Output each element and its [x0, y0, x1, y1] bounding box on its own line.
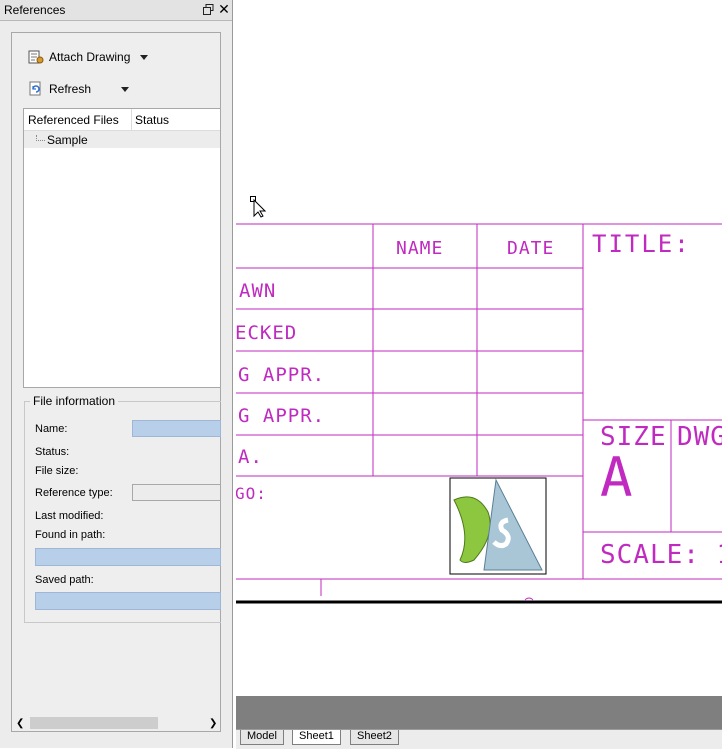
- chevron-down-icon[interactable]: [121, 86, 130, 92]
- drawing-scroll-area: [236, 696, 722, 729]
- list-header: Referenced Files Status: [24, 109, 220, 131]
- column-header-status[interactable]: Status: [135, 113, 169, 127]
- found-in-path-label: Found in path:: [35, 529, 106, 541]
- references-panel: References ✕ Attach Drawing Refresh Refe…: [0, 0, 233, 748]
- tree-connector: [36, 135, 45, 141]
- status-label: Status:: [35, 446, 70, 458]
- list-item-name: Sample: [47, 133, 88, 147]
- tab-model[interactable]: Model: [240, 730, 284, 745]
- drawing-canvas[interactable]: [236, 0, 722, 696]
- refresh-button[interactable]: Refresh: [28, 79, 130, 99]
- close-icon[interactable]: ✕: [218, 2, 230, 16]
- layout-tabs: Model Sheet1 Sheet2: [236, 729, 722, 749]
- file-size-label: File size:: [35, 465, 79, 477]
- column-header-referenced-files[interactable]: Referenced Files: [28, 113, 119, 127]
- mouse-cursor-icon: [250, 196, 266, 218]
- last-modified-label: Last modified:: [35, 510, 104, 522]
- reference-type-label: Reference type:: [35, 487, 113, 499]
- file-information-legend: File information: [30, 394, 119, 408]
- title-block-drawing: [236, 223, 722, 604]
- column-divider[interactable]: [131, 109, 132, 130]
- attach-drawing-icon: [28, 50, 44, 64]
- referenced-files-list[interactable]: Referenced Files Status Sample: [23, 108, 221, 388]
- scrollbar-thumb[interactable]: [30, 717, 158, 729]
- chevron-down-icon[interactable]: [140, 54, 149, 60]
- name-label: Name:: [35, 423, 68, 435]
- saved-path-field[interactable]: [35, 592, 221, 610]
- refresh-label: Refresh: [49, 82, 92, 96]
- panel-title: References: [4, 3, 66, 17]
- panel-titlebar: References ✕: [0, 0, 232, 21]
- list-item[interactable]: Sample: [24, 131, 220, 148]
- scroll-right-icon[interactable]: ❯: [209, 718, 217, 729]
- name-field[interactable]: [132, 420, 221, 437]
- found-in-path-field[interactable]: [35, 548, 221, 566]
- float-panel-icon[interactable]: [203, 4, 214, 15]
- reference-type-select[interactable]: [132, 484, 221, 501]
- tab-sheet2[interactable]: Sheet2: [350, 730, 399, 745]
- scroll-left-icon[interactable]: ❮: [16, 718, 24, 729]
- attach-drawing-label: Attach Drawing: [49, 50, 131, 64]
- horizontal-scrollbar[interactable]: ❮ ❯: [13, 715, 219, 731]
- tab-sheet1[interactable]: Sheet1: [292, 730, 341, 745]
- saved-path-label: Saved path:: [35, 574, 94, 586]
- attach-drawing-button[interactable]: Attach Drawing: [28, 47, 149, 67]
- refresh-icon: [29, 81, 41, 96]
